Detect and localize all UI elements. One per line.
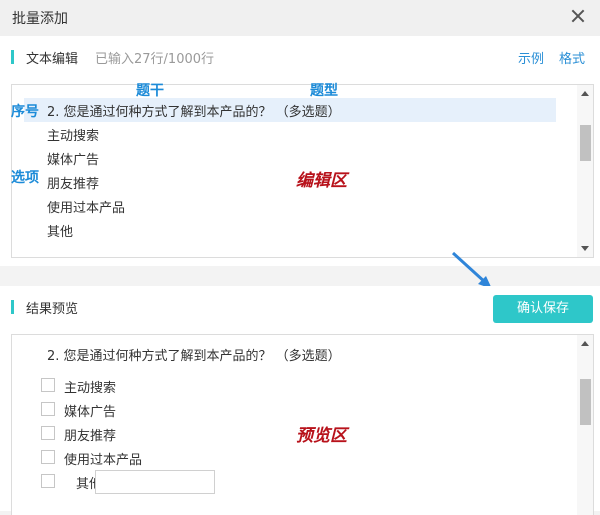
editor-line: 使用过本产品 — [47, 201, 126, 216]
editor-line: 其他 — [47, 225, 74, 240]
preview-question: 2. 您是通过何种方式了解到本产品的？ （多选题） — [47, 349, 341, 364]
editor-line: 朋友推荐 — [47, 177, 100, 192]
option-checkbox[interactable] — [41, 450, 55, 464]
option-label: 使用过本产品 — [64, 453, 143, 468]
annotation-stem: 题干 — [136, 83, 164, 99]
confirm-save-button[interactable]: 确认保存 — [493, 295, 593, 323]
editor-scroll-thumb[interactable] — [580, 125, 591, 161]
option-checkbox[interactable] — [41, 474, 55, 488]
edit-zone-label: 编辑区 — [296, 171, 347, 191]
format-link[interactable]: 格式 — [559, 48, 585, 67]
close-icon[interactable] — [568, 6, 588, 26]
line-count: 已输入27行/1000行 — [95, 52, 215, 67]
preview-scrollbar[interactable] — [577, 335, 593, 515]
option-label: 媒体广告 — [64, 405, 117, 420]
preview-scroll-thumb[interactable] — [580, 379, 591, 425]
dialog-titlebar: 批量添加 — [0, 0, 600, 36]
section-accent-bar — [11, 300, 14, 314]
section-accent-bar — [11, 50, 14, 64]
annotation-options: 选项 — [11, 170, 39, 186]
other-text-input[interactable] — [95, 470, 215, 494]
preview-zone-label: 预览区 — [296, 426, 347, 446]
editor-section-title: 文本编辑 — [26, 52, 79, 67]
editor-header: 文本编辑 已输入27行/1000行 示例 格式 — [0, 36, 600, 80]
editor-scrollbar[interactable] — [577, 85, 593, 257]
example-link[interactable]: 示例 — [518, 48, 544, 67]
editor-line: 媒体广告 — [47, 153, 100, 168]
preview-section-title: 结果预览 — [26, 302, 79, 317]
scroll-up-arrow-icon[interactable] — [581, 341, 589, 346]
scroll-down-arrow-icon[interactable] — [581, 246, 589, 251]
editor-line: 2. 您是通过何种方式了解到本产品的？ （多选题） — [47, 105, 341, 120]
option-label: 主动搜索 — [64, 381, 117, 396]
editor-panel: 文本编辑 已输入27行/1000行 示例 格式 2. 您是通过何种方式了解到本产… — [0, 36, 600, 266]
editor-line: 主动搜索 — [47, 129, 100, 144]
option-checkbox[interactable] — [41, 402, 55, 416]
option-checkbox[interactable] — [41, 426, 55, 440]
option-checkbox[interactable] — [41, 378, 55, 392]
option-label: 朋友推荐 — [64, 429, 117, 444]
annotation-number: 序号 — [11, 104, 39, 120]
scroll-up-arrow-icon[interactable] — [581, 91, 589, 96]
dialog-title: 批量添加 — [12, 11, 68, 27]
annotation-type: 题型 — [310, 83, 338, 99]
